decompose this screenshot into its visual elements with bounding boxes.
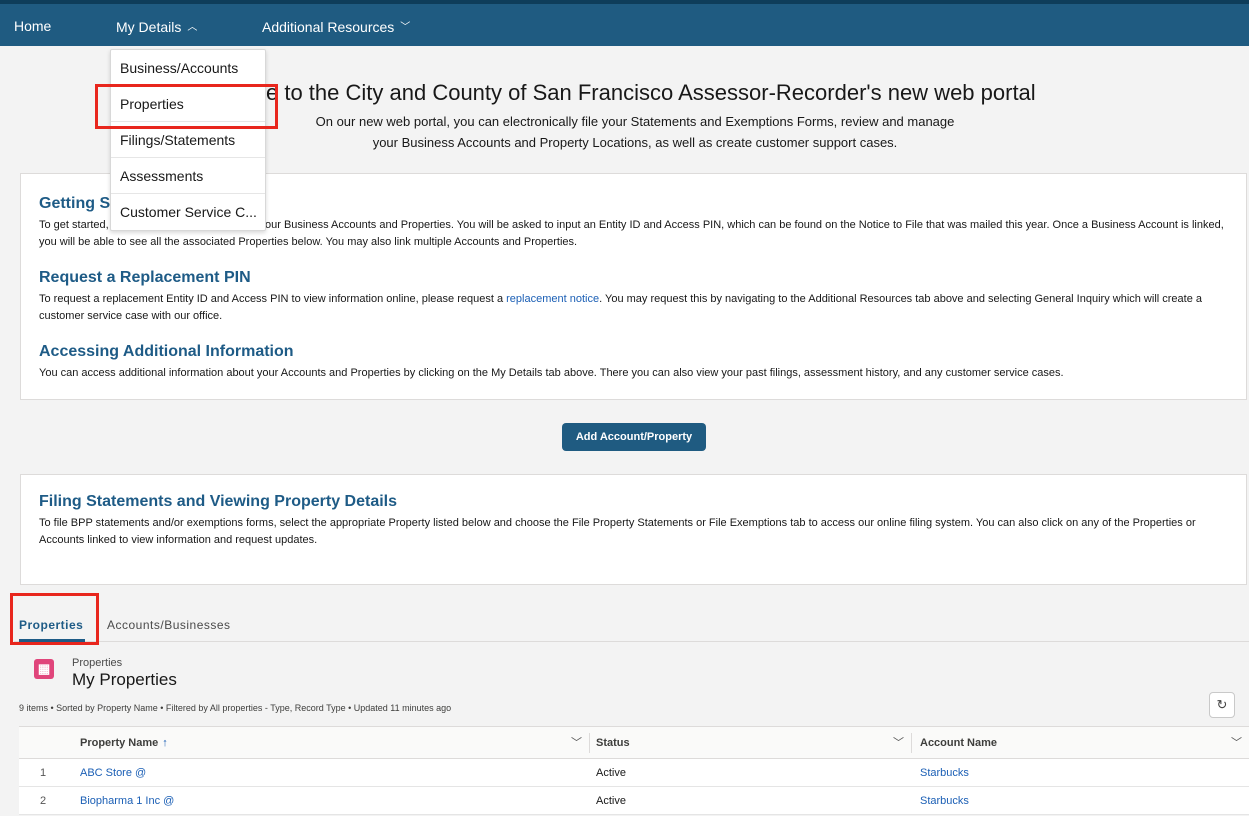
- my-details-dropdown: Business/Accounts Properties Filings/Sta…: [110, 49, 266, 231]
- replacement-notice-link[interactable]: replacement notice: [506, 293, 599, 305]
- nav-additional-resources-menu[interactable]: Additional Resources ﹀: [262, 18, 410, 35]
- menu-item-assessments[interactable]: Assessments: [111, 158, 265, 194]
- column-divider[interactable]: [911, 733, 912, 753]
- tab-accounts-businesses[interactable]: Accounts/Businesses: [107, 618, 231, 632]
- properties-list-view: ▦ Properties My Properties 9 items • Sor…: [14, 642, 1249, 816]
- row-number: 1: [40, 767, 47, 779]
- filing-heading: Filing Statements and Viewing Property D…: [39, 493, 398, 510]
- getting-started-text-line1-right: our Business Accounts and Properties. Yo…: [265, 219, 1224, 231]
- column-header-status[interactable]: Status: [596, 727, 630, 759]
- menu-item-business-accounts[interactable]: Business/Accounts: [111, 50, 265, 86]
- replacement-pin-text-line2: customer service case with our office.: [39, 310, 223, 322]
- properties-table: Property Name ↑ ﹀ Status ﹀ Account Name ﹀…: [19, 726, 1249, 815]
- list-meta-info: 9 items • Sorted by Property Name • Filt…: [19, 703, 452, 713]
- page-subtitle-line2: your Business Accounts and Property Loca…: [372, 135, 898, 150]
- replacement-pin-text-after: . You may request this by navigating to …: [599, 293, 1203, 305]
- nav-home-link[interactable]: Home: [14, 18, 51, 34]
- column-header-label: Property Name: [80, 737, 159, 749]
- page-subtitle-line1: On our new web portal, you can electroni…: [315, 114, 955, 129]
- chevron-down-icon[interactable]: ﹀: [571, 727, 582, 759]
- getting-started-text-line1-left: To get started,: [39, 219, 109, 231]
- replacement-pin-text-before: To request a replacement Entity ID and A…: [39, 293, 507, 305]
- filing-text-line2: Accounts linked to view information and …: [39, 534, 318, 546]
- filing-card: Filing Statements and Viewing Property D…: [20, 474, 1247, 585]
- table-row: 2 Biopharma 1 Inc @ Active Starbucks: [19, 787, 1249, 815]
- add-account-property-button[interactable]: Add Account/Property: [562, 423, 706, 451]
- nav-additional-resources-label: Additional Resources: [262, 19, 395, 35]
- replacement-pin-text-line1: To request a replacement Entity ID and A…: [39, 291, 1202, 307]
- additional-info-heading: Accessing Additional Information: [39, 343, 294, 360]
- list-title: My Properties: [72, 670, 177, 689]
- account-name-link[interactable]: Starbucks: [920, 787, 969, 815]
- column-header-account-name[interactable]: Account Name: [920, 727, 997, 759]
- chevron-down-icon: ﹀: [400, 22, 411, 33]
- nav-my-details-menu[interactable]: My Details ︿: [116, 18, 197, 35]
- getting-started-text-line2: you will be able to see all the associat…: [39, 236, 578, 248]
- column-divider[interactable]: [589, 733, 590, 753]
- row-number: 2: [40, 795, 47, 807]
- replacement-pin-heading: Request a Replacement PIN: [39, 269, 251, 286]
- tab-bar: Properties Accounts/Businesses: [14, 608, 1249, 642]
- highlight-box-properties-menu: [95, 84, 278, 129]
- account-name-link[interactable]: Starbucks: [920, 759, 969, 787]
- table-row: 1 ABC Store @ Active Starbucks: [19, 759, 1249, 787]
- property-name-link[interactable]: ABC Store @: [80, 759, 146, 787]
- chevron-down-icon[interactable]: ﹀: [893, 727, 904, 759]
- status-cell: Active: [596, 795, 626, 807]
- top-nav-bar: Home My Details ︿ Additional Resources ﹀: [0, 0, 1249, 46]
- property-name-link[interactable]: Biopharma 1 Inc @: [80, 787, 174, 815]
- chevron-down-icon[interactable]: ﹀: [1231, 727, 1242, 759]
- filing-text-line1: To file BPP statements and/or exemptions…: [39, 517, 1196, 529]
- sort-ascending-icon: ↑: [162, 737, 168, 749]
- getting-started-heading: Getting St: [39, 195, 116, 212]
- page-title: e to the City and County of San Francisc…: [266, 80, 1036, 105]
- building-icon: ▦: [34, 659, 54, 679]
- chevron-up-icon: ︿: [187, 22, 198, 33]
- column-header-property-name[interactable]: Property Name ↑: [80, 727, 168, 759]
- refresh-icon[interactable]: ↻: [1209, 692, 1235, 718]
- highlight-box-properties-tab: [10, 593, 99, 645]
- list-object-type: Properties: [72, 657, 123, 669]
- status-cell: Active: [596, 767, 626, 779]
- menu-item-customer-service[interactable]: Customer Service C...: [111, 194, 265, 230]
- page-subtitle: On our new web portal, you can electroni…: [200, 111, 1070, 153]
- nav-my-details-label: My Details: [116, 19, 182, 35]
- additional-info-text: You can access additional information ab…: [39, 367, 1064, 379]
- table-header: Property Name ↑ ﹀ Status ﹀ Account Name ﹀: [19, 727, 1249, 759]
